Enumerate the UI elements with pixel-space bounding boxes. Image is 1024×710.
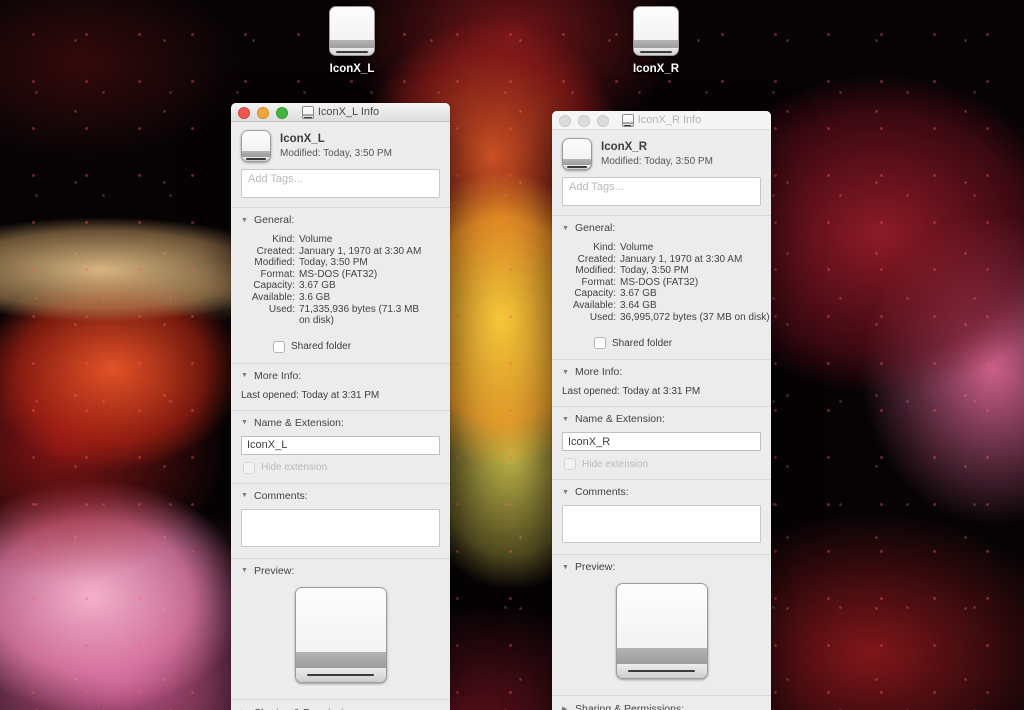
section-name-extension-header[interactable]: ▼ Name & Extension: xyxy=(562,413,761,425)
section-sharing: ▶ Sharing & Permissions: xyxy=(231,699,450,710)
window-title: IconX_L Info xyxy=(318,106,379,118)
file-modified: Modified: Today, 3:50 PM xyxy=(601,156,713,167)
shared-folder-label: Shared folder xyxy=(291,341,351,352)
disclosure-open-icon: ▼ xyxy=(562,416,570,423)
comments-textarea[interactable] xyxy=(241,509,440,547)
general-info-grid: Kind:Volume Created:January 1, 1970 at 3… xyxy=(562,242,761,323)
section-sharing: ▶ Sharing & Permissions: xyxy=(552,695,771,710)
desktop-icon-iconx-r[interactable]: IconX_R xyxy=(612,6,700,75)
minimize-button[interactable] xyxy=(578,115,590,127)
section-preview-header[interactable]: ▼ Preview: xyxy=(241,565,440,577)
section-more-info-header[interactable]: ▼ More Info: xyxy=(562,366,761,378)
disclosure-open-icon: ▼ xyxy=(241,492,249,499)
info-window-iconx-r: IconX_R Info IconX_R Modified: Today, 3:… xyxy=(552,111,771,710)
close-button[interactable] xyxy=(559,115,571,127)
section-general: ▼ General: Kind:Volume Created:January 1… xyxy=(552,215,771,359)
zoom-button[interactable] xyxy=(597,115,609,127)
section-name-extension-header[interactable]: ▼ Name & Extension: xyxy=(241,417,440,429)
file-name: IconX_R xyxy=(601,141,713,153)
general-info-grid: Kind:Volume Created:January 1, 1970 at 3… xyxy=(241,234,440,327)
hide-extension-label: Hide extension xyxy=(582,459,648,470)
desktop-icon-label: IconX_L xyxy=(308,63,396,75)
comments-textarea[interactable] xyxy=(562,505,761,543)
info-window-iconx-l: IconX_L Info IconX_L Modified: Today, 3:… xyxy=(231,103,450,710)
section-name-extension: ▼ Name & Extension: Hide extension xyxy=(231,410,450,483)
section-comments: ▼ Comments: xyxy=(231,483,450,558)
section-comments-header[interactable]: ▼ Comments: xyxy=(562,486,761,498)
filename-input[interactable] xyxy=(241,436,440,455)
disclosure-open-icon: ▼ xyxy=(241,419,249,426)
wallpaper-particles xyxy=(0,0,1024,710)
tags-input[interactable] xyxy=(241,169,440,198)
disclosure-open-icon: ▼ xyxy=(562,489,570,496)
window-controls xyxy=(238,107,288,119)
shared-folder-checkbox[interactable] xyxy=(594,337,606,349)
file-modified: Modified: Today, 3:50 PM xyxy=(280,148,392,159)
section-general-header[interactable]: ▼ General: xyxy=(562,222,761,234)
hide-extension-label: Hide extension xyxy=(261,462,327,473)
titlebar[interactable]: IconX_L Info xyxy=(231,103,450,122)
disclosure-open-icon: ▼ xyxy=(241,217,249,224)
minimize-button[interactable] xyxy=(257,107,269,119)
titlebar[interactable]: IconX_R Info xyxy=(552,111,771,130)
volume-proxy-icon xyxy=(622,114,634,127)
section-preview: ▼ Preview: xyxy=(552,554,771,695)
disclosure-open-icon: ▼ xyxy=(562,225,570,232)
disclosure-open-icon: ▼ xyxy=(562,564,570,571)
volume-icon xyxy=(633,6,679,56)
window-title: IconX_R Info xyxy=(638,114,702,126)
section-more-info: ▼ More Info: Last opened: Today at 3:31 … xyxy=(552,359,771,406)
volume-icon xyxy=(241,130,271,162)
disclosure-open-icon: ▼ xyxy=(241,567,249,574)
desktop: { "icons": { "disclosure_open": "▼", "di… xyxy=(0,0,1024,710)
section-comments-header[interactable]: ▼ Comments: xyxy=(241,490,440,502)
tags-input[interactable] xyxy=(562,177,761,206)
hide-extension-checkbox xyxy=(564,458,576,470)
section-preview: ▼ Preview: xyxy=(231,558,450,699)
disclosure-collapsed-icon: ▶ xyxy=(562,706,570,710)
last-opened: Last opened: Today at 3:31 PM xyxy=(241,390,440,402)
section-general-header[interactable]: ▼ General: xyxy=(241,214,440,226)
volume-icon xyxy=(562,138,592,170)
volume-proxy-icon xyxy=(302,106,314,119)
last-opened: Last opened: Today at 3:31 PM xyxy=(562,386,761,398)
file-name: IconX_L xyxy=(280,133,392,145)
shared-folder-checkbox[interactable] xyxy=(273,341,285,353)
window-controls xyxy=(559,115,609,127)
hide-extension-checkbox xyxy=(243,462,255,474)
section-more-info: ▼ More Info: Last opened: Today at 3:31 … xyxy=(231,363,450,410)
close-button[interactable] xyxy=(238,107,250,119)
disclosure-open-icon: ▼ xyxy=(241,372,249,379)
volume-icon xyxy=(329,6,375,56)
section-name-extension: ▼ Name & Extension: Hide extension xyxy=(552,406,771,479)
zoom-button[interactable] xyxy=(276,107,288,119)
desktop-icon-label: IconX_R xyxy=(612,63,700,75)
section-general: ▼ General: Kind:Volume Created:January 1… xyxy=(231,207,450,363)
section-more-info-header[interactable]: ▼ More Info: xyxy=(241,370,440,382)
volume-preview-icon xyxy=(295,587,387,683)
shared-folder-label: Shared folder xyxy=(612,338,672,349)
disclosure-open-icon: ▼ xyxy=(562,369,570,376)
section-comments: ▼ Comments: xyxy=(552,479,771,554)
filename-input[interactable] xyxy=(562,432,761,451)
section-preview-header[interactable]: ▼ Preview: xyxy=(562,561,761,573)
volume-preview-icon xyxy=(616,583,708,679)
desktop-icon-iconx-l[interactable]: IconX_L xyxy=(308,6,396,75)
section-sharing-header[interactable]: ▶ Sharing & Permissions: xyxy=(562,703,761,710)
